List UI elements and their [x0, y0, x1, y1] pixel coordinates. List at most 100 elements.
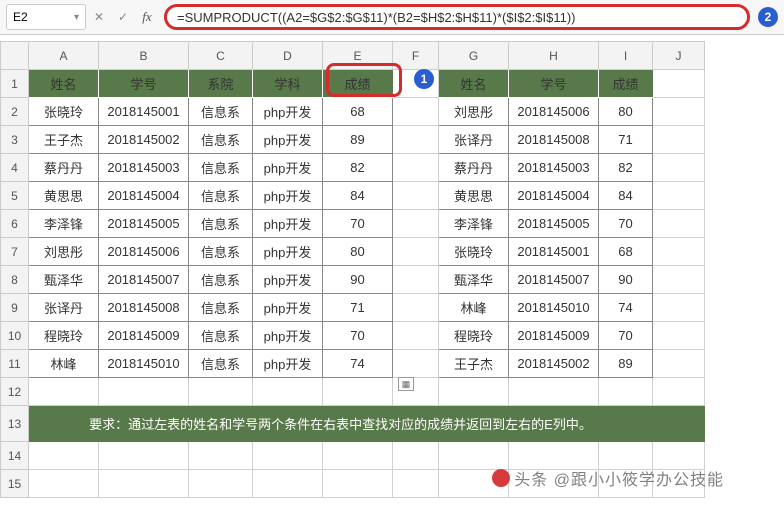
cell[interactable] — [393, 322, 439, 350]
chevron-down-icon[interactable]: ▾ — [74, 12, 79, 23]
cell[interactable]: 80 — [323, 238, 393, 266]
cell[interactable]: 黄思思 — [439, 182, 509, 210]
cell[interactable]: 甄泽华 — [29, 266, 99, 294]
cell[interactable]: php开发 — [253, 238, 323, 266]
cell[interactable]: 84 — [323, 182, 393, 210]
cell[interactable] — [393, 210, 439, 238]
autofill-tag-icon[interactable]: ▦ — [398, 377, 414, 391]
cell[interactable]: 2018145008 — [99, 294, 189, 322]
cell[interactable] — [189, 470, 253, 498]
cell[interactable] — [253, 442, 323, 470]
cell[interactable] — [253, 470, 323, 498]
cell[interactable]: 2018145006 — [99, 238, 189, 266]
cell[interactable]: 刘思彤 — [29, 238, 99, 266]
cell[interactable] — [439, 378, 509, 406]
cell[interactable] — [599, 378, 653, 406]
cell[interactable]: php开发 — [253, 210, 323, 238]
cell[interactable] — [653, 266, 705, 294]
cell[interactable]: 2018145010 — [99, 350, 189, 378]
cell[interactable] — [653, 126, 705, 154]
column-header-J[interactable]: J — [653, 42, 705, 70]
cell[interactable]: 2018145005 — [99, 210, 189, 238]
cell[interactable]: 张晓玲 — [439, 238, 509, 266]
cell[interactable] — [599, 470, 653, 498]
cell[interactable]: 蔡丹丹 — [29, 154, 99, 182]
cell[interactable]: 2018145006 — [509, 98, 599, 126]
row-header[interactable]: 12 — [1, 378, 29, 406]
cell[interactable] — [323, 378, 393, 406]
cell[interactable]: 71 — [599, 126, 653, 154]
cell[interactable]: 70 — [323, 322, 393, 350]
cell[interactable] — [653, 210, 705, 238]
cell[interactable] — [653, 378, 705, 406]
cell[interactable]: 74 — [323, 350, 393, 378]
cell[interactable] — [393, 98, 439, 126]
cell[interactable] — [509, 470, 599, 498]
cell[interactable]: 89 — [323, 126, 393, 154]
cell[interactable]: 74 — [599, 294, 653, 322]
cell[interactable] — [509, 442, 599, 470]
cell[interactable] — [189, 442, 253, 470]
cell[interactable]: 2018145003 — [99, 154, 189, 182]
row-header[interactable]: 3 — [1, 126, 29, 154]
cell[interactable]: 刘思彤 — [439, 98, 509, 126]
confirm-icon[interactable]: ✓ — [112, 6, 134, 28]
cell[interactable] — [393, 238, 439, 266]
cell[interactable]: 2018145004 — [99, 182, 189, 210]
cell[interactable]: php开发 — [253, 154, 323, 182]
cell[interactable]: php开发 — [253, 322, 323, 350]
row-header[interactable]: 1 — [1, 70, 29, 98]
cell[interactable]: 90 — [323, 266, 393, 294]
cell[interactable]: 2018145004 — [509, 182, 599, 210]
row-header[interactable]: 5 — [1, 182, 29, 210]
row-header[interactable]: 14 — [1, 442, 29, 470]
cell[interactable] — [653, 294, 705, 322]
cell[interactable]: 71 — [323, 294, 393, 322]
cell[interactable] — [99, 442, 189, 470]
column-header-F[interactable]: F — [393, 42, 439, 70]
cell[interactable]: 信息系 — [189, 322, 253, 350]
column-header-B[interactable]: B — [99, 42, 189, 70]
cell[interactable]: 2018145007 — [99, 266, 189, 294]
cell[interactable]: 王子杰 — [29, 126, 99, 154]
cell[interactable]: 李泽锋 — [29, 210, 99, 238]
row-header[interactable]: 13 — [1, 406, 29, 442]
spreadsheet-grid[interactable]: ABCDEFGHIJ1姓名学号系院学科成绩姓名学号成绩2张晓玲201814500… — [0, 35, 784, 498]
cell[interactable]: 68 — [323, 98, 393, 126]
cell[interactable] — [393, 266, 439, 294]
cell[interactable] — [509, 378, 599, 406]
cell[interactable] — [439, 470, 509, 498]
cell[interactable]: php开发 — [253, 266, 323, 294]
cell[interactable]: php开发 — [253, 126, 323, 154]
cell[interactable] — [323, 470, 393, 498]
cell[interactable] — [653, 350, 705, 378]
cell[interactable]: 2018145005 — [509, 210, 599, 238]
cell[interactable]: 张晓玲 — [29, 98, 99, 126]
row-header[interactable]: 7 — [1, 238, 29, 266]
cell[interactable]: php开发 — [253, 182, 323, 210]
cell[interactable] — [29, 442, 99, 470]
cell[interactable]: 84 — [599, 182, 653, 210]
cell[interactable]: 70 — [599, 210, 653, 238]
cell[interactable] — [653, 70, 705, 98]
cell[interactable]: 70 — [599, 322, 653, 350]
cell[interactable]: 信息系 — [189, 210, 253, 238]
row-header[interactable]: 6 — [1, 210, 29, 238]
cell[interactable]: 信息系 — [189, 238, 253, 266]
cell[interactable]: 2018145010 — [509, 294, 599, 322]
column-header-E[interactable]: E — [323, 42, 393, 70]
cell[interactable]: 2018145002 — [509, 350, 599, 378]
cell[interactable] — [653, 154, 705, 182]
cell[interactable]: 70 — [323, 210, 393, 238]
cell[interactable] — [653, 238, 705, 266]
cell[interactable]: 2018145009 — [509, 322, 599, 350]
cell[interactable]: 89 — [599, 350, 653, 378]
cell[interactable] — [99, 378, 189, 406]
row-header[interactable]: 2 — [1, 98, 29, 126]
formula-input[interactable]: =SUMPRODUCT((A2=$G$2:$G$11)*(B2=$H$2:$H$… — [164, 4, 750, 30]
cell[interactable] — [393, 294, 439, 322]
cell[interactable]: 信息系 — [189, 266, 253, 294]
column-header-H[interactable]: H — [509, 42, 599, 70]
row-header[interactable]: 15 — [1, 470, 29, 498]
cell[interactable] — [653, 470, 705, 498]
